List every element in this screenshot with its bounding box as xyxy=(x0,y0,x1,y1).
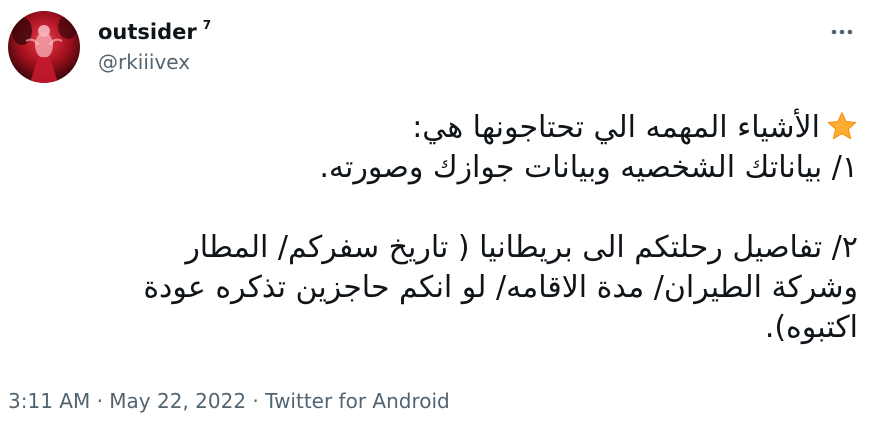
user-handle[interactable]: @rkiiivex xyxy=(98,49,190,75)
tweet-line: ١/ بياناتك الشخصيه وبيانات جوازك وصورته. xyxy=(319,150,858,185)
tweet-line-text: الأشياء المهمه الي تحتاجونها هي: xyxy=(412,110,820,145)
tweet-date[interactable]: May 22, 2022 xyxy=(109,388,246,414)
avatar-image xyxy=(8,11,80,83)
tweet-time[interactable]: 3:11 AM xyxy=(8,388,90,414)
display-name-superscript: 7 xyxy=(202,18,212,32)
tweet-line: اكتبوه). xyxy=(764,310,858,345)
avatar[interactable] xyxy=(8,11,80,83)
display-name[interactable]: outsider xyxy=(98,18,197,46)
tweet-meta: 3:11 AM · May 22, 2022 · Twitter for And… xyxy=(8,388,450,414)
user-name-row: outsider 7 xyxy=(98,18,211,46)
tweet-line: الأشياء المهمه الي تحتاجونها هي: xyxy=(28,108,858,148)
star-icon xyxy=(827,112,857,140)
meta-separator: · xyxy=(90,389,110,413)
tweet-source[interactable]: Twitter for Android xyxy=(265,388,450,414)
more-options-button[interactable] xyxy=(820,18,864,46)
tweet-paragraph-1: الأشياء المهمه الي تحتاجونها هي: ١/ بيان… xyxy=(28,108,858,188)
tweet: outsider 7 @rkiiivex الأشياء المهمه الي … xyxy=(0,0,886,427)
more-horizontal-icon xyxy=(831,29,853,35)
tweet-paragraph-2: ٢/ تفاصيل رحلتكم الى بريطانيا ( تاريخ سف… xyxy=(28,228,858,348)
tweet-line: وشركة الطيران/ مدة الاقامه/ لو انكم حاجز… xyxy=(143,270,858,305)
tweet-text: الأشياء المهمه الي تحتاجونها هي: ١/ بيان… xyxy=(28,108,858,348)
meta-separator: · xyxy=(246,389,266,413)
tweet-line: ٢/ تفاصيل رحلتكم الى بريطانيا ( تاريخ سف… xyxy=(185,230,858,265)
